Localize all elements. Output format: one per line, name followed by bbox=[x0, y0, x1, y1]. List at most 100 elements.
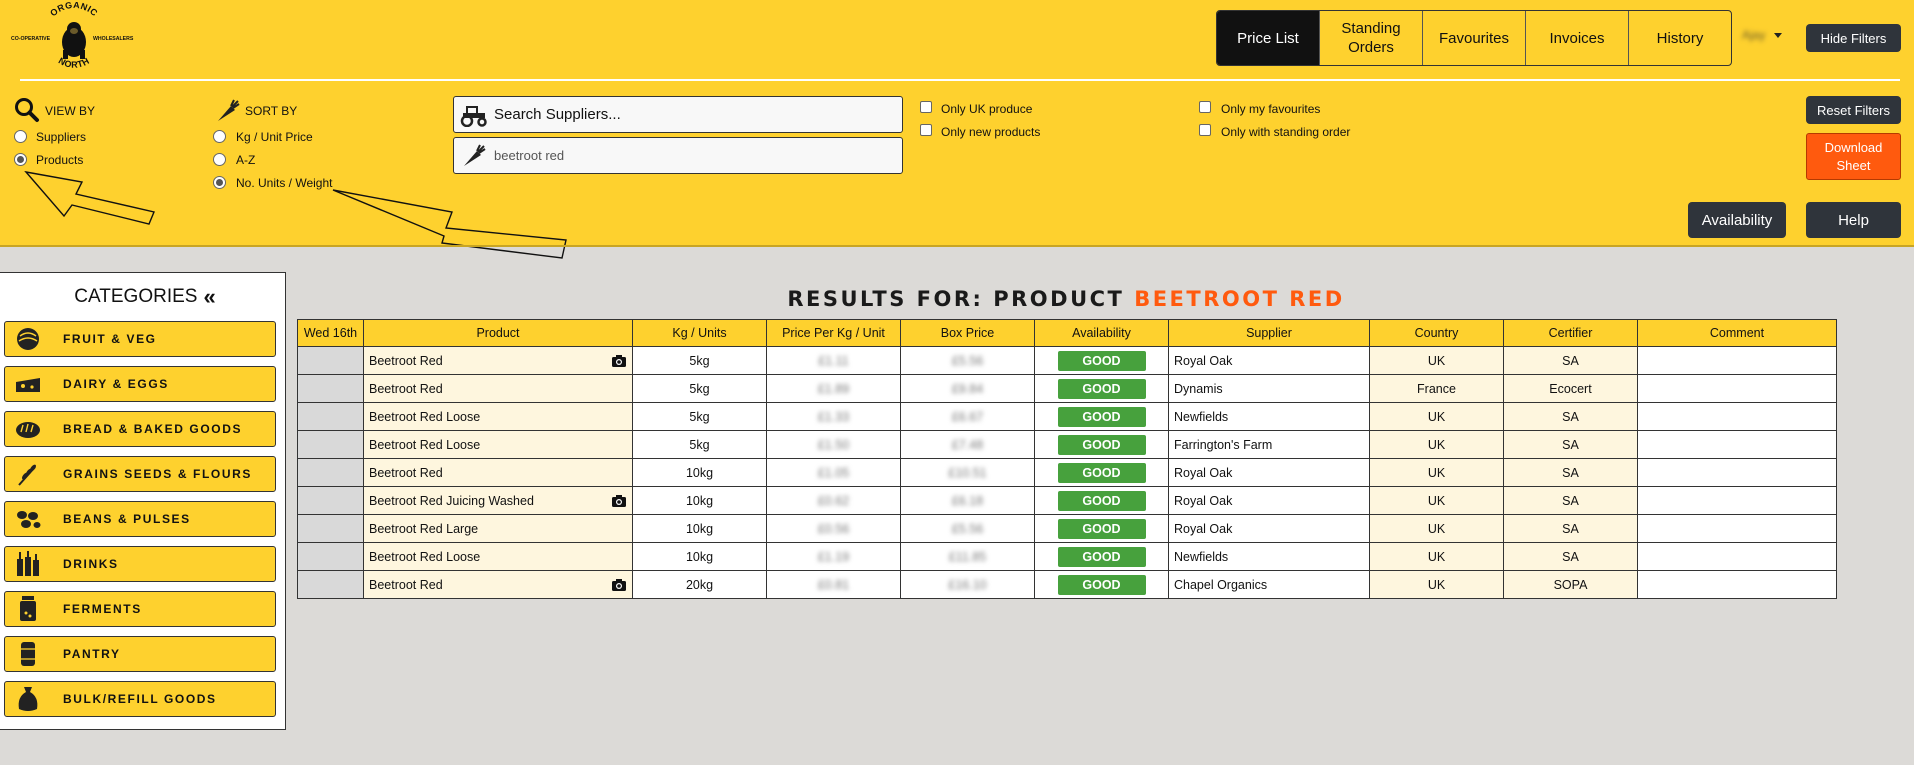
supplier-cell[interactable]: Royal Oak bbox=[1168, 514, 1370, 543]
product-cell[interactable]: Beetroot Red bbox=[363, 458, 633, 487]
product-name[interactable]: Beetroot Red bbox=[369, 466, 443, 480]
order-quantity-cell[interactable] bbox=[297, 458, 364, 487]
table-row[interactable]: Beetroot Red 20kg £0.81 £16.10 GOOD Chapel Or… bbox=[297, 570, 1837, 599]
column-header[interactable]: Supplier bbox=[1168, 319, 1370, 347]
product-cell[interactable]: Beetroot Red Juicing Washed bbox=[363, 486, 633, 515]
product-name[interactable]: Beetroot Red bbox=[369, 578, 443, 592]
table-row[interactable]: Beetroot Red Juicing Washed 10kg £0.62 £6.1… bbox=[297, 486, 1837, 515]
order-quantity-cell[interactable] bbox=[297, 374, 364, 403]
only-new-products-label[interactable]: Only new products bbox=[941, 125, 1040, 139]
product-cell[interactable]: Beetroot Red Loose bbox=[363, 430, 633, 459]
only-with-standing-order-checkbox[interactable] bbox=[1199, 124, 1211, 136]
camera-icon[interactable] bbox=[611, 354, 627, 368]
availability-button[interactable]: Availability bbox=[1688, 202, 1786, 238]
category-bulk-refill-goods[interactable]: BULK/REFILL GOODS bbox=[4, 681, 276, 717]
category-grains-seeds-flours[interactable]: GRAINS SEEDS & FLOURS bbox=[4, 456, 276, 492]
order-quantity-cell[interactable] bbox=[297, 542, 364, 571]
collapse-chevrons-icon[interactable]: « bbox=[203, 284, 215, 310]
supplier-cell[interactable]: Chapel Organics bbox=[1168, 570, 1370, 599]
order-quantity-cell[interactable] bbox=[297, 486, 364, 515]
price-per-unit: £1.33 bbox=[817, 409, 850, 424]
product-name[interactable]: Beetroot Red Loose bbox=[369, 410, 480, 424]
user-menu[interactable]: Ajay bbox=[1742, 28, 1765, 42]
units-cell: 5kg bbox=[632, 374, 767, 403]
product-cell[interactable]: Beetroot Red Loose bbox=[363, 542, 633, 571]
product-name[interactable]: Beetroot Red Juicing Washed bbox=[369, 494, 534, 508]
product-cell[interactable]: Beetroot Red Large bbox=[363, 514, 633, 543]
tab-invoices[interactable]: Invoices bbox=[1525, 11, 1628, 65]
help-button[interactable]: Help bbox=[1806, 202, 1901, 238]
box-price: £5.56 bbox=[951, 353, 984, 368]
category-dairy-eggs[interactable]: DAIRY & EGGS bbox=[4, 366, 276, 402]
table-row[interactable]: Beetroot Red Loose 10kg £1.19 £11.85 GOOD New… bbox=[297, 542, 1837, 571]
product-name[interactable]: Beetroot Red bbox=[369, 382, 443, 396]
supplier-cell[interactable]: Royal Oak bbox=[1168, 486, 1370, 515]
table-row[interactable]: Beetroot Red Loose 5kg £1.50 £7.48 GOOD Farri… bbox=[297, 430, 1837, 459]
column-header[interactable]: Kg / Units bbox=[632, 319, 767, 347]
order-quantity-cell[interactable] bbox=[297, 430, 364, 459]
order-quantity-cell[interactable] bbox=[297, 346, 364, 375]
product-cell[interactable]: Beetroot Red bbox=[363, 346, 633, 375]
category-beans-pulses[interactable]: BEANS & PULSES bbox=[4, 501, 276, 537]
product-name[interactable]: Beetroot Red Large bbox=[369, 522, 478, 536]
category-bread-baked-goods[interactable]: BREAD & BAKED GOODS bbox=[4, 411, 276, 447]
order-quantity-cell[interactable] bbox=[297, 514, 364, 543]
product-cell[interactable]: Beetroot Red Loose bbox=[363, 402, 633, 431]
order-quantity-cell[interactable] bbox=[297, 402, 364, 431]
tab-price-list[interactable]: Price List bbox=[1217, 11, 1319, 65]
category-pantry[interactable]: PANTRY bbox=[4, 636, 276, 672]
availability-badge: GOOD bbox=[1057, 378, 1146, 399]
only-uk-produce-label[interactable]: Only UK produce bbox=[941, 102, 1032, 116]
tab-standing-orders[interactable]: Standing Orders bbox=[1319, 11, 1422, 65]
category-fruit-veg[interactable]: FRUIT & VEG bbox=[4, 321, 276, 357]
supplier-cell[interactable]: Newfields bbox=[1168, 402, 1370, 431]
comment-cell bbox=[1637, 430, 1837, 459]
supplier-cell[interactable]: Royal Oak bbox=[1168, 458, 1370, 487]
column-header[interactable]: Box Price bbox=[900, 319, 1035, 347]
product-cell[interactable]: Beetroot Red bbox=[363, 374, 633, 403]
country-cell: UK bbox=[1369, 514, 1504, 543]
reset-filters-button[interactable]: Reset Filters bbox=[1806, 96, 1901, 124]
product-search-input[interactable]: beetroot red bbox=[494, 148, 564, 163]
tab-history[interactable]: History bbox=[1628, 11, 1731, 65]
only-new-products-checkbox[interactable] bbox=[920, 124, 932, 136]
column-header[interactable]: Wed 16th bbox=[297, 319, 364, 347]
column-header[interactable]: Availability bbox=[1034, 319, 1169, 347]
only-my-favourites-label[interactable]: Only my favourites bbox=[1221, 102, 1320, 116]
supplier-cell[interactable]: Newfields bbox=[1168, 542, 1370, 571]
column-header[interactable]: Price Per Kg / Unit bbox=[766, 319, 901, 347]
column-header[interactable]: Certifier bbox=[1503, 319, 1638, 347]
only-my-favourites-checkbox[interactable] bbox=[1199, 101, 1211, 113]
table-row[interactable]: Beetroot Red 5kg £1.89 £9.84 GOOD Dynamis Fran… bbox=[297, 374, 1837, 403]
supplier-cell[interactable]: Dynamis bbox=[1168, 374, 1370, 403]
table-row[interactable]: Beetroot Red 5kg £1.11 £5.56 GOOD Royal Oak UK… bbox=[297, 346, 1837, 375]
column-header[interactable]: Product bbox=[363, 319, 633, 347]
product-search-box[interactable]: beetroot red bbox=[453, 137, 903, 174]
category-drinks[interactable]: DRINKS bbox=[4, 546, 276, 582]
column-header[interactable]: Comment bbox=[1637, 319, 1837, 347]
tab-favourites[interactable]: Favourites bbox=[1422, 11, 1525, 65]
search-suppliers-input[interactable]: Search Suppliers... bbox=[494, 106, 621, 123]
download-sheet-button[interactable]: Download Sheet bbox=[1806, 133, 1901, 180]
table-row[interactable]: Beetroot Red Large 10kg £0.56 £5.56 GOOD Roya… bbox=[297, 514, 1837, 543]
table-row[interactable]: Beetroot Red Loose 5kg £1.33 £6.67 GOOD Newfi… bbox=[297, 402, 1837, 431]
column-header[interactable]: Country bbox=[1369, 319, 1504, 347]
table-row[interactable]: Beetroot Red 10kg £1.05 £10.51 GOOD Royal Oak… bbox=[297, 458, 1837, 487]
order-quantity-cell[interactable] bbox=[297, 570, 364, 599]
chevron-down-icon[interactable] bbox=[1774, 33, 1782, 38]
category-ferments[interactable]: FERMENTS bbox=[4, 591, 276, 627]
product-name[interactable]: Beetroot Red Loose bbox=[369, 438, 480, 452]
product-name[interactable]: Beetroot Red Loose bbox=[369, 550, 480, 564]
box-price: £5.56 bbox=[951, 521, 984, 536]
hide-filters-button[interactable]: Hide Filters bbox=[1806, 24, 1901, 52]
certifier-cell: SA bbox=[1503, 430, 1638, 459]
only-with-standing-order-label[interactable]: Only with standing order bbox=[1221, 125, 1350, 139]
search-suppliers-box[interactable]: Search Suppliers... bbox=[453, 96, 903, 133]
camera-icon[interactable] bbox=[611, 494, 627, 508]
camera-icon[interactable] bbox=[611, 578, 627, 592]
supplier-cell[interactable]: Royal Oak bbox=[1168, 346, 1370, 375]
product-cell[interactable]: Beetroot Red bbox=[363, 570, 633, 599]
only-uk-produce-checkbox[interactable] bbox=[920, 101, 932, 113]
product-name[interactable]: Beetroot Red bbox=[369, 354, 443, 368]
supplier-cell[interactable]: Farrington's Farm bbox=[1168, 430, 1370, 459]
